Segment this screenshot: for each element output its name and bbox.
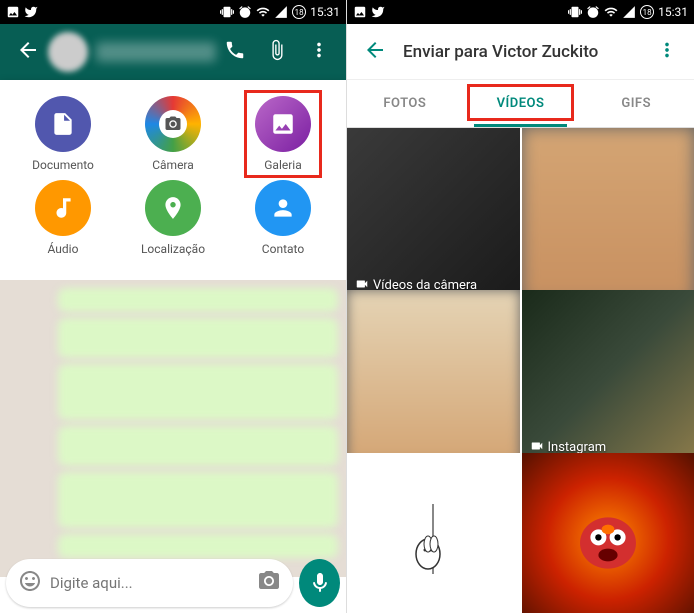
chat-messages[interactable] — [0, 280, 346, 577]
folder-camera-videos[interactable]: Vídeos da câmera — [347, 128, 520, 301]
status-bar: 18 15:31 — [0, 0, 346, 24]
notification-badge: 18 — [640, 5, 654, 19]
attachment-panel: Documento Câmera Galeria — [0, 80, 346, 280]
twitter-icon — [371, 5, 385, 19]
folder-instagram[interactable]: Instagram — [522, 290, 695, 463]
notification-badge: 18 — [292, 5, 306, 19]
contact-avatar[interactable] — [48, 32, 88, 72]
attach-audio-label: Áudio — [48, 242, 79, 256]
wifi-icon — [256, 5, 270, 19]
video-thumbnail[interactable] — [522, 128, 695, 301]
attach-location-label: Localização — [141, 242, 205, 256]
message-bubble[interactable] — [58, 288, 339, 312]
vibrate-icon — [568, 5, 582, 19]
back-button[interactable] — [355, 30, 395, 74]
alarm-icon — [238, 5, 252, 19]
attach-camera-label: Câmera — [152, 158, 194, 172]
attach-contact-label: Contato — [262, 242, 304, 256]
tab-gifs[interactable]: GIFS — [578, 80, 694, 127]
mic-button[interactable] — [299, 559, 340, 607]
contact-name[interactable] — [96, 42, 216, 62]
video-thumbnail[interactable] — [522, 453, 695, 613]
attach-camera[interactable]: Câmera — [128, 96, 218, 172]
alarm-icon — [586, 5, 600, 19]
wifi-icon — [604, 5, 618, 19]
highlight-gallery — [244, 90, 322, 178]
signal-icon — [622, 5, 636, 19]
signal-icon — [274, 5, 288, 19]
status-time: 15:31 — [310, 5, 340, 19]
message-bubble[interactable] — [58, 364, 339, 420]
menu-button[interactable] — [648, 31, 686, 73]
message-input-bar — [6, 559, 340, 607]
gallery-grid: Vídeos da câmera Instagram — [347, 128, 694, 613]
attach-button[interactable] — [258, 31, 296, 73]
message-bubble[interactable] — [58, 472, 339, 528]
video-thumbnail[interactable] — [347, 290, 520, 463]
picker-header: Enviar para Victor Zuckito — [347, 24, 694, 80]
image-icon — [6, 5, 20, 19]
message-input-field[interactable] — [6, 559, 293, 607]
camera-icon[interactable] — [257, 569, 281, 597]
attach-location[interactable]: Localização — [128, 180, 218, 256]
message-input[interactable] — [50, 574, 249, 592]
tab-fotos[interactable]: FOTOS — [347, 80, 463, 127]
attach-audio[interactable]: Áudio — [18, 180, 108, 256]
call-button[interactable] — [216, 31, 254, 73]
attach-document[interactable]: Documento — [18, 96, 108, 172]
vibrate-icon — [220, 5, 234, 19]
twitter-icon — [24, 5, 38, 19]
back-button[interactable] — [8, 30, 48, 74]
status-bar: 18 15:31 — [347, 0, 694, 24]
emoji-icon[interactable] — [18, 569, 42, 597]
status-time: 15:31 — [658, 5, 688, 19]
tab-videos[interactable]: VÍDEOS — [463, 80, 579, 127]
message-bubble[interactable] — [58, 318, 339, 358]
media-tabs: FOTOS VÍDEOS GIFS — [347, 80, 694, 128]
image-icon — [353, 5, 367, 19]
menu-button[interactable] — [300, 31, 338, 73]
picker-title: Enviar para Victor Zuckito — [403, 42, 648, 62]
message-bubble[interactable] — [58, 534, 339, 558]
highlight-videos-tab — [467, 84, 575, 121]
chat-header — [0, 24, 346, 80]
attach-gallery[interactable]: Galeria — [238, 96, 328, 172]
attach-document-label: Documento — [32, 158, 94, 172]
attach-contact[interactable]: Contato — [238, 180, 328, 256]
video-thumbnail[interactable] — [347, 453, 520, 613]
message-bubble[interactable] — [58, 426, 339, 466]
